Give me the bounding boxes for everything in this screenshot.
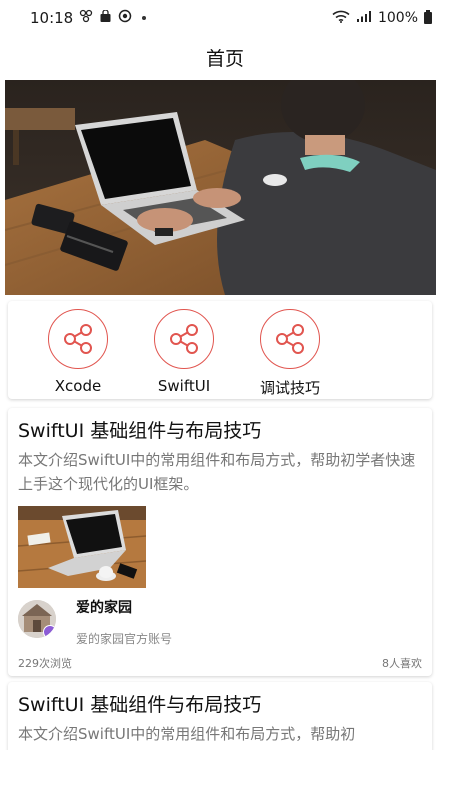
share-icon <box>260 309 320 369</box>
article-summary: 本文介绍SwiftUI中的常用组件和布局方式，帮助初学者快速上手这个现代化的UI… <box>18 451 416 493</box>
article-card[interactable]: SwiftUI 基础组件与布局技巧 本文介绍SwiftUI中的常用组件和布局方式… <box>8 408 432 676</box>
sync-icon <box>118 9 132 27</box>
share-icon <box>154 309 214 369</box>
battery-percent: 100% <box>377 10 418 26</box>
like-count: 8人喜欢 <box>382 657 422 670</box>
status-bar: 10:18 100% <box>0 0 450 36</box>
verified-badge-icon <box>43 625 56 638</box>
category-label: 调试技巧 <box>259 379 320 397</box>
article-title: SwiftUI 基础组件与布局技巧 <box>18 420 262 442</box>
category-label: SwiftUI <box>157 377 211 395</box>
signal-icon <box>356 10 372 27</box>
article-summary: 本文介绍SwiftUI中的常用组件和布局方式，帮助初 <box>18 725 356 743</box>
shopping-bag-icon <box>99 8 112 27</box>
status-time: 10:18 <box>30 9 74 27</box>
share-icon <box>48 309 108 369</box>
status-right: 100% <box>332 10 432 27</box>
author-row[interactable]: 爱的家园 爱的家园官方账号 <box>18 600 422 647</box>
avatar[interactable] <box>18 600 56 638</box>
author-name: 爱的家园 <box>76 600 132 616</box>
more-notifications-dot-icon <box>142 16 147 20</box>
notification-icon <box>79 9 93 27</box>
category-swiftui[interactable]: SwiftUI <box>132 301 236 399</box>
page-title: 首页 <box>205 47 244 70</box>
bottom-area <box>0 750 450 800</box>
category-label: Xcode <box>54 377 102 395</box>
view-count: 229次浏览 <box>18 657 72 670</box>
article-title: SwiftUI 基础组件与布局技巧 <box>18 694 262 716</box>
wifi-icon <box>332 10 350 27</box>
article-footer: 229次浏览 8人喜欢 <box>18 655 422 671</box>
status-left: 10:18 <box>30 8 147 27</box>
banner-image[interactable] <box>5 80 436 295</box>
article-thumbnail <box>18 506 146 588</box>
category-nav: Xcode SwiftUI 调试技巧 <box>8 301 432 399</box>
category-xcode[interactable]: Xcode <box>26 301 130 399</box>
battery-icon <box>424 10 432 24</box>
author-description: 爱的家园官方账号 <box>76 632 173 646</box>
category-debugging[interactable]: 调试技巧 <box>238 301 342 399</box>
author-info: 爱的家园 爱的家园官方账号 <box>76 600 172 647</box>
app-screen: 10:18 100% 首页 Xcode SwiftUI 调试技巧 SwiftUI… <box>0 0 450 800</box>
